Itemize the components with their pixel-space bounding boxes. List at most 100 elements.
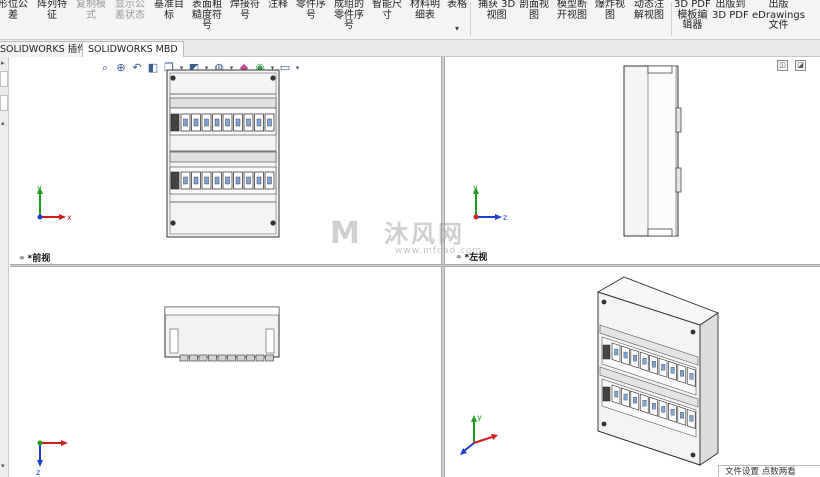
main-switch [170, 171, 180, 190]
breaker-toggle [670, 367, 675, 374]
ribbon-button-12[interactable]: 表格 [447, 0, 467, 11]
tab-bar: SOLIDWORKS 插件 SOLIDWORKS MBD [0, 40, 820, 57]
ribbon-button-9[interactable]: 成组的 零件序 号 [334, 0, 364, 32]
breaker-toggle [689, 373, 694, 380]
breaker-toggle [623, 351, 628, 359]
breaker-toggle [680, 370, 684, 377]
breaker-module [265, 354, 274, 362]
ribbon-button-3[interactable]: 显示公 差状态 [115, 0, 145, 21]
screw-icon [690, 452, 696, 458]
axis-label-z: z [36, 468, 40, 477]
tab-solidworks-mbd[interactable]: SOLIDWORKS MBD [82, 41, 184, 57]
breaker-module [217, 354, 227, 362]
ribbon-button-16[interactable]: 爆炸视 图 [595, 0, 625, 21]
ribbon-button-10[interactable]: 智能尺 寸 [372, 0, 402, 21]
viewport-front[interactable]: ⌕ ⊕ ↶ ◧ ❐ ▾ ◩ ▾ ◍ ▾ ◆ ◉ ▾ ▭ ▾ y x ⚭ *前视 [10, 57, 440, 264]
axis-label-y: y [37, 183, 42, 192]
ribbon-button-0[interactable]: 形位公 差 [0, 0, 28, 21]
panel-tab[interactable] [0, 95, 8, 111]
breaker-toggle [214, 176, 220, 185]
panel-collapse-icon[interactable]: ▸ [1, 59, 5, 67]
ribbon-button-7[interactable]: 注释 [268, 0, 288, 11]
breaker-module [179, 354, 189, 362]
chevron-down-icon[interactable]: ▾ [455, 24, 459, 33]
tab-solidworks-addins[interactable]: SOLIDWORKS 插件 [0, 41, 93, 57]
breaker-toggle [689, 415, 694, 422]
breaker-toggle [670, 409, 675, 416]
watermark-url: www.mfcad.com [395, 246, 483, 256]
breaker-toggle [661, 406, 666, 413]
ribbon-button-1[interactable]: 阵列特 征 [37, 0, 67, 21]
axis-label-y: y [477, 413, 482, 422]
ribbon-button-17[interactable]: 动态注 解视图 [634, 0, 664, 21]
ribbon-button-13[interactable]: 捕获 3D 视图 [478, 0, 515, 21]
breaker-toggle [235, 176, 241, 185]
main-switch [602, 386, 611, 402]
main-switch [602, 344, 611, 360]
ribbon-button-19[interactable]: 出版到 3D PDF [712, 0, 749, 21]
breaker-toggle [204, 118, 209, 127]
breaker-toggle [642, 358, 647, 365]
ribbon-button-18[interactable]: 3D PDF 模板编 辑器 [674, 0, 711, 32]
breaker-toggle [256, 118, 262, 127]
breaker-toggle [214, 118, 220, 127]
ribbon-button-15[interactable]: 模型断 开视图 [557, 0, 587, 21]
breaker-toggle [183, 118, 188, 127]
breaker-toggle [614, 348, 619, 356]
ribbon-button-14[interactable]: 剖面视 图 [519, 0, 549, 21]
breaker-toggle [225, 118, 230, 127]
breaker-toggle [246, 118, 251, 127]
breaker-toggle [193, 118, 199, 127]
breaker-toggle [246, 176, 251, 185]
ribbon-button-20[interactable]: 出版 eDrawings 文件 [752, 0, 805, 32]
ribbon-button-4[interactable]: 基准目 标 [154, 0, 184, 21]
screw-icon [601, 421, 607, 427]
screw-icon [601, 299, 607, 305]
ribbon-button-6[interactable]: 焊接符 号 [230, 0, 260, 21]
ribbon-button-8[interactable]: 零件序 号 [296, 0, 326, 21]
panel-tab[interactable] [0, 71, 8, 87]
ribbon-separator [671, 2, 672, 36]
screw-icon [170, 220, 176, 226]
screw-icon [270, 75, 276, 81]
viewport-top[interactable]: z [10, 267, 440, 477]
viewport-label-text: *前视 [27, 254, 51, 264]
breaker-module [255, 354, 265, 362]
breaker-module [189, 354, 198, 362]
breaker-toggle [204, 176, 209, 185]
breaker-toggle [267, 118, 272, 127]
command-ribbon: 形位公 差阵列特 征复制模 式显示公 差状态 基准目 标表面粗 糙度符 号焊接符 … [0, 0, 820, 40]
scroll-up-icon[interactable]: ▴ [1, 119, 5, 127]
scroll-down-icon[interactable]: ▾ [1, 462, 5, 470]
breaker-toggle [183, 176, 188, 185]
breaker-module [198, 354, 208, 362]
breaker-toggle [651, 403, 656, 410]
breaker-toggle [633, 354, 637, 362]
axis-label-z: z [503, 213, 507, 222]
breaker-toggle [193, 176, 199, 185]
triad-iso: y [460, 413, 498, 455]
triad-front: y x [37, 183, 72, 222]
breaker-toggle [661, 364, 666, 371]
breaker-toggle [633, 396, 637, 404]
screw-icon [690, 329, 696, 335]
breaker-toggle [680, 412, 684, 419]
viewport-left[interactable]: ◫ ◪ y z ⚭ *左视 [446, 57, 820, 264]
triad-top: z [36, 440, 68, 477]
triad-left: y z [473, 183, 507, 222]
viewport-isometric[interactable]: y [446, 267, 820, 477]
ribbon-button-2[interactable]: 复制模 式 [76, 0, 106, 21]
breaker-module [208, 354, 217, 362]
feature-manager-panel: ▸ ▴ ▾ [0, 57, 9, 477]
breaker-toggle [267, 176, 272, 185]
ribbon-button-5[interactable]: 表面粗 糙度符 号 [192, 0, 222, 32]
ribbon-button-11[interactable]: 材料明 细表 [410, 0, 440, 21]
breaker-module [236, 354, 246, 362]
breaker-module [246, 354, 255, 362]
main-switch [170, 113, 180, 132]
breaker-toggle [642, 399, 647, 407]
breaker-toggle [235, 118, 241, 127]
breaker-toggle [256, 176, 262, 185]
breaker-module [227, 354, 236, 362]
viewport-splitter-vertical[interactable] [441, 57, 445, 477]
